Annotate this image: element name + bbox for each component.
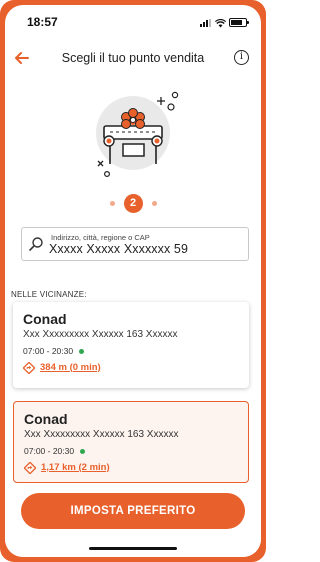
search-field-value[interactable]: Xxxxx Xxxxx Xxxxxxx 59	[49, 242, 188, 256]
address-search-input[interactable]: Indirizzo, città, regione o CAP Xxxxx Xx…	[21, 227, 249, 261]
info-icon[interactable]: i	[234, 50, 249, 65]
step-dot-next	[151, 200, 157, 206]
home-indicator	[89, 547, 177, 550]
store-name: Conad	[24, 411, 68, 427]
step-current: 2	[123, 193, 143, 213]
page-header: Scegli il tuo punto vendita i	[5, 43, 261, 73]
battery-icon	[229, 18, 249, 27]
status-time: 18:57	[27, 15, 58, 29]
step-dot-previous	[109, 200, 115, 206]
directions-icon	[22, 361, 36, 375]
store-card[interactable]: Conad Xxx Xxxxxxxxx Xxxxxx 163 Xxxxxx 07…	[13, 302, 249, 388]
store-card-selected[interactable]: Conad Xxx Xxxxxxxxx Xxxxxx 163 Xxxxxx 07…	[13, 401, 249, 483]
page-title: Scegli il tuo punto vendita	[61, 51, 205, 65]
open-status-dot	[80, 448, 86, 454]
store-distance-link[interactable]: 384 m (0 min)	[22, 361, 249, 375]
signal-icon	[200, 19, 211, 27]
store-distance[interactable]: 1,17 km (2 min)	[41, 462, 110, 473]
status-icons	[200, 17, 249, 28]
store-hours: 07:00 - 20:30	[23, 346, 74, 356]
wifi-icon	[215, 19, 226, 28]
store-address: Xxx Xxxxxxxxx Xxxxxx 163 Xxxxxx	[24, 429, 179, 440]
store-name: Conad	[23, 311, 67, 327]
status-bar: 18:57	[5, 5, 261, 33]
device-frame: 18:57 Scegli il tuo punto vendita i 2 In…	[0, 0, 266, 562]
open-status-dot	[79, 348, 85, 354]
directions-icon	[23, 461, 37, 475]
nearby-section-label: NELLE VICINANZE:	[11, 290, 87, 299]
store-address: Xxx Xxxxxxxxx Xxxxxx 163 Xxxxxx	[23, 329, 178, 340]
app-screen: 18:57 Scegli il tuo punto vendita i 2 In…	[5, 5, 261, 557]
store-hours-row: 07:00 - 20:30	[23, 346, 249, 356]
set-favorite-button[interactable]: IMPOSTA PREFERITO	[21, 493, 245, 529]
store-distance[interactable]: 384 m (0 min)	[40, 362, 101, 373]
step-indicator: 2	[5, 193, 261, 213]
search-icon	[28, 236, 44, 252]
store-distance-link[interactable]: 1,17 km (2 min)	[23, 461, 248, 475]
search-field-label: Indirizzo, città, regione o CAP	[51, 233, 150, 242]
store-hours-row: 07:00 - 20:30	[24, 446, 248, 456]
store-illustration-icon	[83, 83, 183, 183]
store-hours: 07:00 - 20:30	[24, 446, 75, 456]
